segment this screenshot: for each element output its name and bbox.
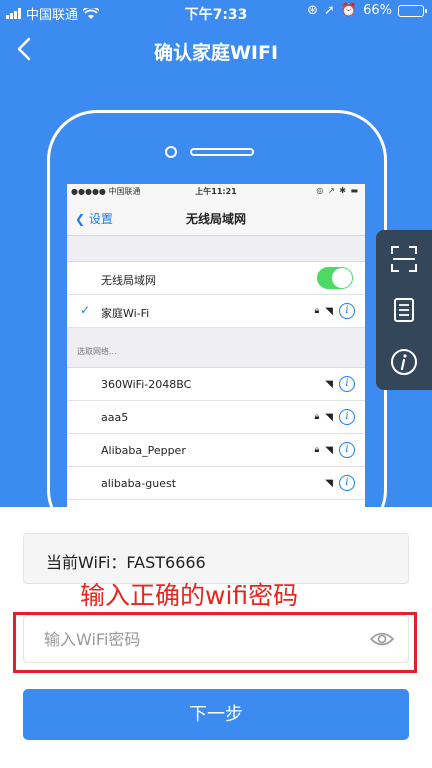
illustration-network-name: Alibaba_Pepper (101, 444, 186, 457)
page-title: 确认家庭WIFI (153, 42, 279, 64)
lock-icon: 🔒︎ (314, 412, 320, 422)
illustration-network-row: 360WiFi-2048BC ◥ i (67, 368, 365, 401)
lock-icon: 🔒︎ (314, 306, 320, 316)
battery-icon (398, 4, 427, 17)
scan-icon[interactable] (390, 245, 418, 273)
illustration-status-bar: ●●●●● 中国联通 上午11:21 ◎ ↗ ✱ ▬ (67, 184, 365, 198)
info-icon[interactable] (390, 348, 418, 376)
lock-icon: 🔒︎ (314, 445, 320, 455)
illustration-nav: ❮ 设置 无线局域网 (67, 198, 365, 236)
illustration-gap (67, 236, 365, 262)
alarm-icon: ⏰ (340, 3, 358, 18)
wifi-signal-icon: ◥ (325, 378, 333, 390)
illustration-network-name: aaa5 (101, 411, 129, 424)
info-icon: i (339, 409, 355, 425)
wifi-signal-icon: ◥ (325, 477, 333, 489)
illustration-title: 无线局域网 (185, 212, 246, 226)
illustration-section-label: 选取网络... (67, 328, 365, 368)
illustration-network-name: alibaba-guest (101, 477, 177, 490)
info-icon: i (339, 303, 355, 319)
status-right: ⊛ ➚ ⏰ 66% (307, 3, 427, 18)
illustration-network-row: alibaba-guest ◥ i (67, 467, 365, 500)
info-icon: i (339, 376, 355, 392)
checkmark-icon: ✓ (80, 303, 91, 317)
nav-bar: 确认家庭WIFI (0, 24, 432, 74)
phone-speaker-icon (190, 148, 254, 156)
illustration-network-row: Alibaba_Pepper 🔒︎ ◥ i (67, 434, 365, 467)
phone-camera-icon (165, 146, 177, 158)
illustration-connected-label: 家庭Wi-Fi (101, 307, 150, 320)
illustration-wlan-label: 无线局域网 (101, 274, 156, 287)
info-icon: i (339, 442, 355, 458)
illustration-wlan-row: 无线局域网 (67, 262, 365, 295)
status-bar: 中国联通 下午7:33 ⊛ ➚ ⏰ 66% (0, 0, 432, 24)
wifi-signal-icon: ◥ (325, 305, 333, 317)
highlight-annotation-box (13, 612, 417, 673)
phone-screen-illustration: ●●●●● 中国联通 上午11:21 ◎ ↗ ✱ ▬ ❮ 设置 无线局域网 无线… (67, 184, 365, 507)
next-step-button[interactable]: 下一步 (23, 689, 409, 740)
password-hint-annotation: 输入正确的wifi密码 (80, 581, 299, 610)
wifi-signal-icon: ◥ (325, 444, 333, 456)
illustration-network-name: 360WiFi-2048BC (101, 378, 192, 391)
info-icon: i (339, 475, 355, 491)
illustration-network-row: aaa5 🔒︎ ◥ i (67, 401, 365, 434)
wifi-signal-icon: ◥ (325, 411, 333, 423)
battery-label: 66% (363, 3, 392, 18)
document-icon[interactable] (390, 296, 418, 324)
rotation-lock-icon: ⊛ (307, 3, 318, 18)
illustration-connected-row: ✓ 家庭Wi-Fi 🔒︎ ◥ i (67, 295, 365, 328)
toggle-switch (317, 267, 353, 289)
location-icon: ➚ (324, 3, 335, 18)
side-tool-panel (376, 230, 432, 390)
illustration-status-icons: ◎ ↗ ✱ ▬ (316, 186, 359, 195)
